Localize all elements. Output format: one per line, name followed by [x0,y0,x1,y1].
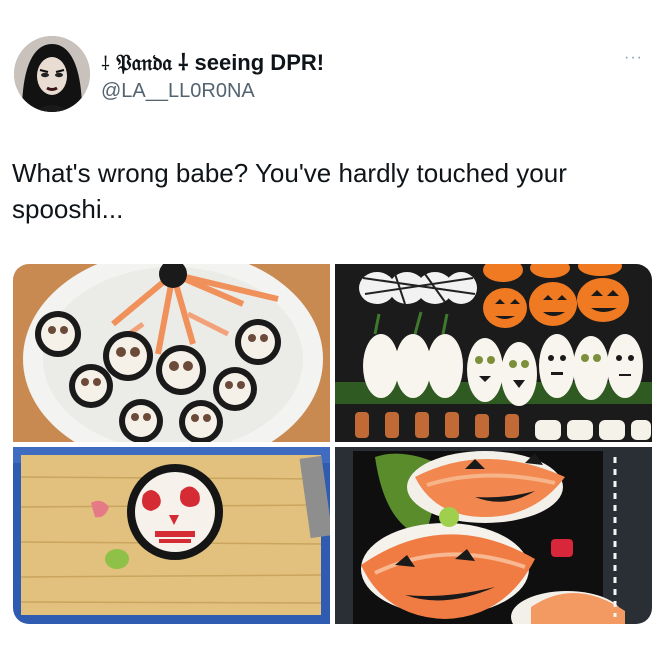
display-name-suffix: ⸸ seeing DPR! [178,50,325,75]
halloween-bento-photo[interactable] [335,264,652,442]
display-name[interactable]: ⸸ 𝔓𝔞𝔫𝔡𝔞 ⸸ seeing DPR! [101,47,324,77]
more-options-icon[interactable]: ··· [624,50,643,66]
skull-roll-board-photo[interactable] [13,447,330,624]
avatar[interactable] [14,36,90,112]
media-grid[interactable] [13,264,652,624]
display-name-fraktur: 𝔓𝔞𝔫𝔡𝔞 [116,50,172,76]
tweet-text: What's wrong babe? You've hardly touched… [12,158,567,224]
pumpkin-nigiri-photo[interactable] [335,447,652,624]
dagger-glyph: ⸸ [101,53,110,75]
user-handle[interactable]: @LA__LL0R0NA [101,80,255,103]
skull-sushi-plate-photo[interactable] [13,264,330,442]
